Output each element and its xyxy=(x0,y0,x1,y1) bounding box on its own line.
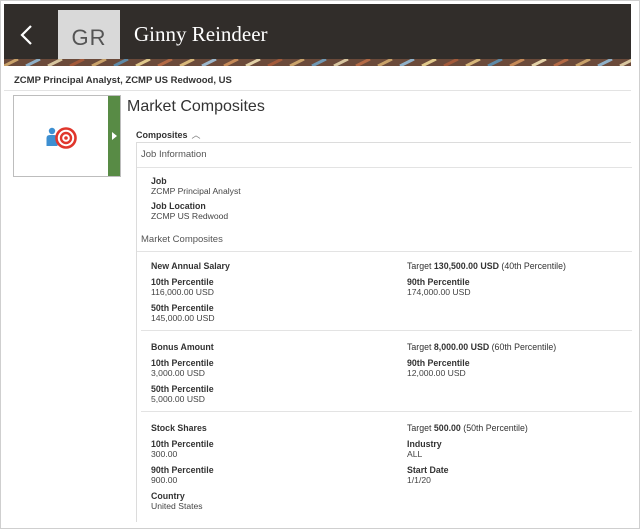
bonus-target: Target 8,000.00 USD (60th Percentile) xyxy=(407,342,557,352)
job-location-value: ZCMP US Redwood xyxy=(151,211,229,221)
stock-p10-value: 300.00 xyxy=(151,449,178,459)
stock-title: Stock Shares xyxy=(151,423,207,433)
market-composites-card[interactable] xyxy=(13,95,121,177)
composites-toggle[interactable]: Composites ︿ xyxy=(136,128,201,141)
assignment-summary: ZCMP Principal Analyst, ZCMP US Redwood,… xyxy=(14,75,232,86)
composites-toggle-label: Composites xyxy=(136,130,188,140)
job-label: Job xyxy=(151,176,167,186)
start-date-label: Start Date xyxy=(407,465,449,475)
bonus-p90-value: 12,000.00 USD xyxy=(407,368,466,378)
salary-target: Target 130,500.00 USD (40th Percentile) xyxy=(407,261,566,271)
page-title: Market Composites xyxy=(127,98,265,115)
stock-p10-label: 10th Percentile xyxy=(151,439,214,449)
card-expand-strip[interactable] xyxy=(108,96,120,176)
industry-value: ALL xyxy=(407,449,423,459)
stock-p90-label: 90th Percentile xyxy=(151,465,214,475)
stock-p90-value: 900.00 xyxy=(151,475,178,485)
salary-p50-value: 145,000.00 USD xyxy=(151,313,215,323)
divider xyxy=(137,251,632,252)
profile-header: GR Ginny Reindeer xyxy=(4,4,631,66)
divider xyxy=(137,167,632,168)
country-label: Country xyxy=(151,491,185,501)
bonus-p50-label: 50th Percentile xyxy=(151,384,214,394)
stock-target: Target 500.00 (50th Percentile) xyxy=(407,423,528,433)
person-name: Ginny Reindeer xyxy=(134,22,268,46)
job-information-heading: Job Information xyxy=(141,149,207,160)
back-arrow-icon[interactable] xyxy=(12,18,42,52)
job-location-label: Job Location xyxy=(151,201,206,211)
header-pattern xyxy=(4,59,631,66)
bonus-p50-value: 5,000.00 USD xyxy=(151,394,205,404)
divider xyxy=(141,411,632,412)
target-person-icon xyxy=(46,127,77,149)
salary-p50-label: 50th Percentile xyxy=(151,303,214,313)
start-date-value: 1/1/20 xyxy=(407,475,431,485)
industry-label: Industry xyxy=(407,439,442,449)
bonus-p10-label: 10th Percentile xyxy=(151,358,214,368)
chevron-up-icon: ︿ xyxy=(191,130,201,140)
salary-p90-label: 90th Percentile xyxy=(407,277,470,287)
market-composites-heading: Market Composites xyxy=(141,234,223,245)
country-value: United States xyxy=(151,501,203,511)
bonus-p90-label: 90th Percentile xyxy=(407,358,470,368)
divider xyxy=(4,90,631,91)
caret-right-icon xyxy=(112,132,117,140)
bonus-title: Bonus Amount xyxy=(151,342,214,352)
bonus-p10-value: 3,000.00 USD xyxy=(151,368,205,378)
salary-p10-value: 116,000.00 USD xyxy=(151,287,214,297)
salary-title: New Annual Salary xyxy=(151,261,230,271)
salary-p10-label: 10th Percentile xyxy=(151,277,214,287)
avatar: GR xyxy=(58,10,120,66)
composites-panel: Job Information Job ZCMP Principal Analy… xyxy=(136,142,632,522)
divider xyxy=(141,330,632,331)
job-value: ZCMP Principal Analyst xyxy=(151,186,241,196)
salary-p90-value: 174,000.00 USD xyxy=(407,287,471,297)
